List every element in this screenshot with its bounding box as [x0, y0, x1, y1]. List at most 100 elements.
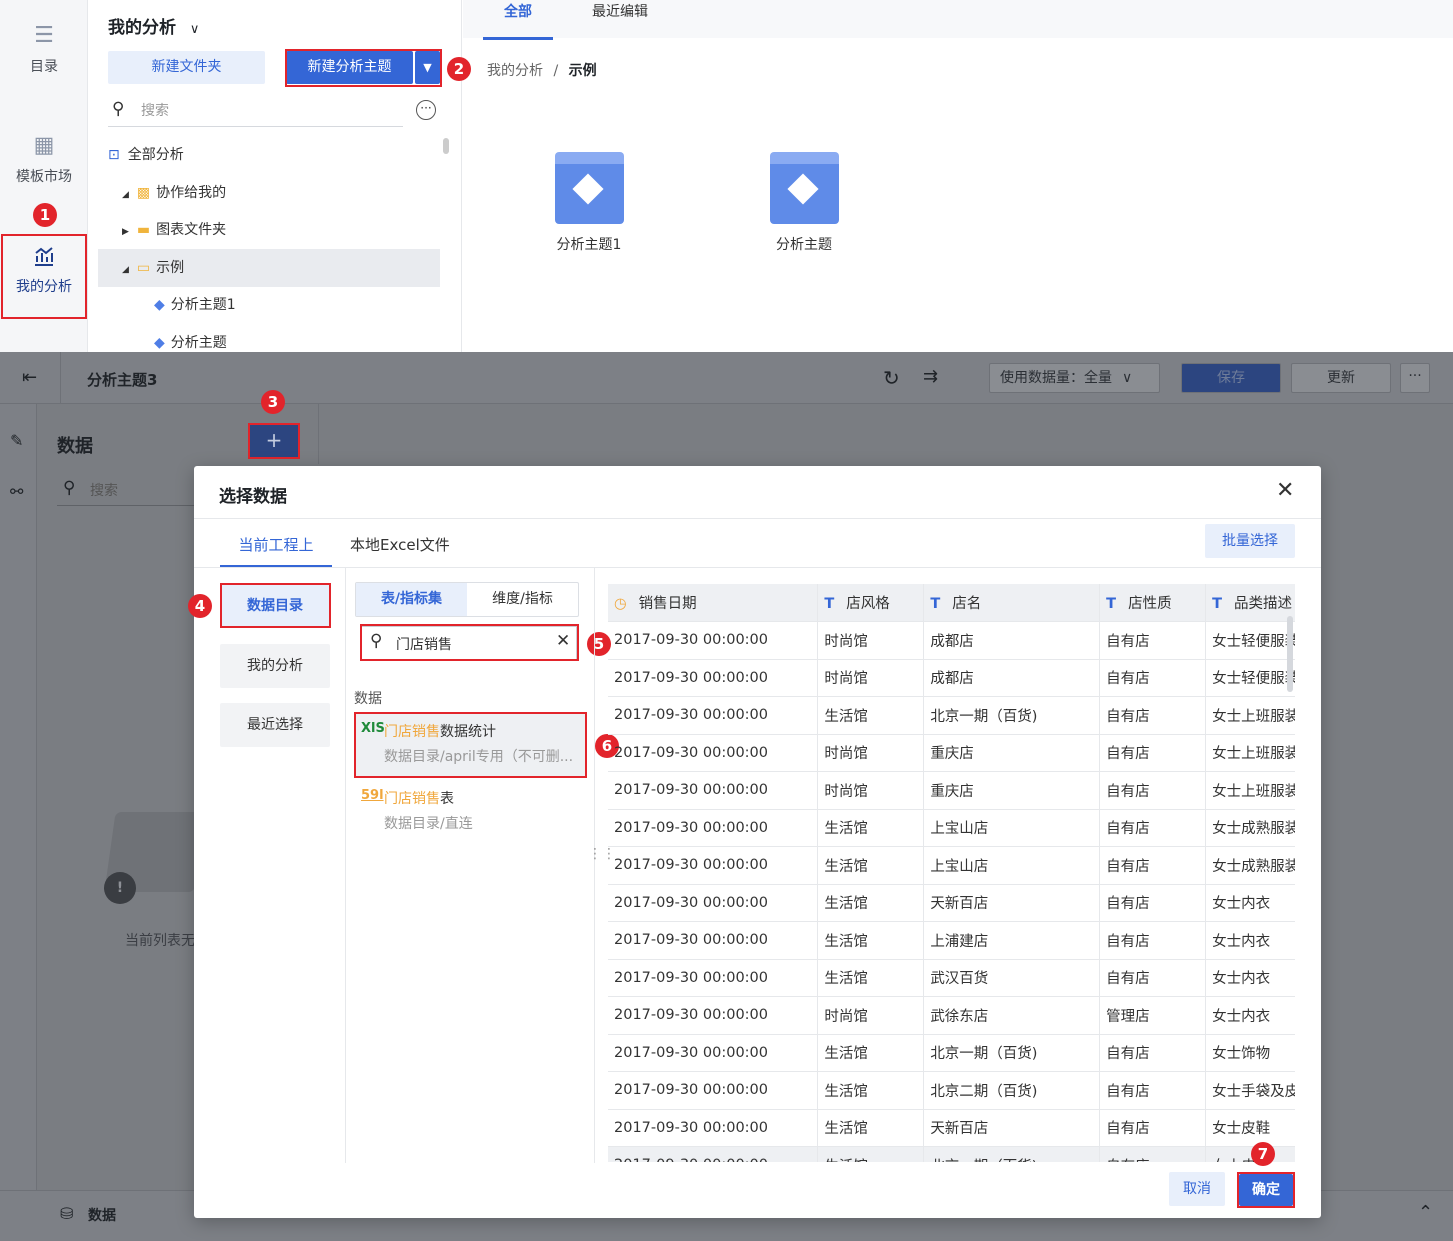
- confirm-button[interactable]: 确定: [1239, 1174, 1293, 1206]
- table-cell: 自有店: [1099, 809, 1207, 847]
- editor-title: 分析主题3: [87, 371, 158, 389]
- close-icon[interactable]: ✕: [1276, 478, 1294, 503]
- tree-row-all[interactable]: ⊡ 全部分析: [108, 136, 184, 174]
- table-row: 2017-09-30 00:00:00 生活馆 天新百店 自有店 女士皮鞋: [608, 1109, 1295, 1147]
- more-options-icon[interactable]: ···: [416, 100, 436, 120]
- theme-card-2[interactable]: 分析主题: [764, 152, 844, 254]
- table-cell: 女士轻便服装: [1205, 621, 1295, 660]
- tree-row-shared[interactable]: ◢ ▩ 协作给我的: [122, 174, 226, 212]
- table-cell: 2017-09-30 00:00:00: [608, 959, 819, 997]
- side-data-catalog[interactable]: 数据目录: [220, 584, 330, 628]
- tree-row-theme1[interactable]: ◆ 分析主题1: [154, 286, 236, 324]
- tree-search-input[interactable]: ⚲ 搜索: [108, 94, 403, 127]
- nav-catalog[interactable]: ☰ 目录: [0, 24, 88, 76]
- more-icon[interactable]: ···: [1400, 363, 1430, 393]
- nav-my-analysis[interactable]: 我的分析: [0, 244, 88, 296]
- table-cell: 自有店: [1099, 1034, 1207, 1072]
- table-cell: 管理店: [1099, 996, 1207, 1035]
- table-cell: 2017-09-30 00:00:00: [608, 771, 819, 810]
- subtab-group: 表/指标集 维度/指标: [355, 582, 579, 617]
- bottom-tab-data[interactable]: 数据: [88, 1205, 116, 1225]
- side-recent[interactable]: 最近选择: [220, 703, 330, 747]
- table-cell: 重庆店: [923, 771, 1101, 810]
- table-row: 2017-09-30 00:00:00 生活馆 上宝山店 自有店 女士成熟服装: [608, 846, 1295, 885]
- tree-row-chart-folder[interactable]: ▶ ▬ 图表文件夹: [122, 211, 226, 249]
- table-cell: 女士成熟服装: [1205, 809, 1295, 847]
- theme-card-1[interactable]: 分析主题1: [549, 152, 629, 254]
- excel-file-icon: XlS: [361, 721, 385, 736]
- table-cell: 生活馆: [817, 846, 925, 885]
- search-icon: ⚲: [63, 478, 76, 498]
- sql-table-icon: 59l: [361, 788, 384, 803]
- breadcrumb-root[interactable]: 我的分析: [487, 63, 543, 79]
- collapse-up-icon[interactable]: ⌃: [1418, 1202, 1433, 1223]
- table-cell: 北京一期（百货): [923, 1034, 1101, 1072]
- text-type-icon: T: [1212, 596, 1222, 612]
- analysis-home-panel: ☰ 目录 ▦ 模板市场 我的分析 1 我的分析 ∨ 新建文件夹 新建分析主题 ▼…: [0, 0, 1453, 352]
- content-tabs: 全部 最近编辑: [463, 0, 1453, 40]
- add-data-button[interactable]: +: [250, 425, 298, 457]
- data-usage-select[interactable]: 使用数据量：全量 ∨: [989, 363, 1160, 393]
- table-cell: 北京二期（百货): [923, 1071, 1101, 1110]
- filter-icon[interactable]: ⚯: [10, 482, 23, 501]
- table-cell: 2017-09-30 00:00:00: [608, 1109, 819, 1147]
- column-header[interactable]: T 店性质: [1099, 584, 1207, 622]
- tab-recent[interactable]: 最近编辑: [592, 0, 648, 38]
- column-header[interactable]: T 品类描述: [1205, 584, 1295, 622]
- batch-select-button[interactable]: 批量选择: [1205, 524, 1295, 558]
- table-cell: 2017-09-30 00:00:00: [608, 921, 819, 960]
- nav-template-market[interactable]: ▦ 模板市场: [0, 134, 88, 186]
- table-cell: 生活馆: [817, 1109, 925, 1147]
- column-header[interactable]: T 店风格: [817, 584, 925, 622]
- table-cell: 成都店: [923, 659, 1101, 697]
- preview-grid: ◷ 销售日期 T 店风格 T 店名 T 店性质 T 品类描述 2017-09-30 00:00:0…: [608, 584, 1295, 1162]
- table-cell: 自有店: [1099, 696, 1207, 735]
- data-edit-icon[interactable]: ✎: [10, 431, 23, 450]
- table-cell: 自有店: [1099, 846, 1207, 885]
- subtab-dimensions[interactable]: 维度/指标: [467, 583, 578, 616]
- data-search-input[interactable]: ⚲ 搜索: [57, 474, 197, 506]
- clear-icon[interactable]: ✕: [556, 631, 570, 651]
- search-icon: ⚲: [112, 99, 125, 119]
- new-theme-dropdown-button[interactable]: ▼: [415, 51, 440, 84]
- dataset-search-input[interactable]: ⚲ 门店销售 ✕: [361, 626, 577, 660]
- result-item-1[interactable]: XlS 门店销售数据统计 数据目录/april专用（不可删...: [355, 713, 586, 777]
- folder-icon: ▬: [136, 222, 151, 238]
- table-cell: 上宝山店: [923, 809, 1101, 847]
- folder-icon: ▩: [136, 185, 151, 201]
- cancel-button[interactable]: 取消: [1169, 1172, 1225, 1206]
- new-theme-button[interactable]: 新建分析主题: [286, 51, 413, 84]
- table-cell: 自有店: [1099, 1071, 1207, 1110]
- table-cell: 北京一期（百货): [923, 696, 1101, 735]
- tab-all[interactable]: 全部: [483, 0, 553, 40]
- collapse-icon: ▶: [122, 227, 129, 237]
- side-my-analysis[interactable]: 我的分析: [220, 644, 330, 688]
- column-header[interactable]: T 店名: [923, 584, 1101, 622]
- exit-icon[interactable]: ⇤: [22, 367, 37, 388]
- table-cell: 2017-09-30 00:00:00: [608, 1146, 819, 1162]
- save-button[interactable]: 保存: [1181, 363, 1281, 393]
- table-cell: 自有店: [1099, 1146, 1207, 1162]
- tree-row-example[interactable]: ◢ ▭ 示例: [98, 249, 440, 287]
- lineage-icon[interactable]: ⇉: [923, 366, 938, 387]
- data-panel-title: 数据: [57, 436, 93, 457]
- chart-icon: ⊡: [108, 147, 120, 163]
- table-row: 2017-09-30 00:00:00 时尚馆 成都店 自有店 女士轻便服装: [608, 659, 1295, 697]
- step-marker-4: 4: [188, 594, 212, 618]
- column-header[interactable]: ◷ 销售日期: [608, 584, 819, 622]
- table-cell: 2017-09-30 00:00:00: [608, 1034, 819, 1072]
- new-folder-button[interactable]: 新建文件夹: [108, 51, 265, 84]
- table-cell: 女士饰物: [1205, 1034, 1295, 1072]
- tree-title[interactable]: 我的分析 ∨: [108, 13, 199, 38]
- table-vertical-scrollbar[interactable]: [1287, 616, 1293, 692]
- tab-current-project[interactable]: 当前工程上: [220, 534, 332, 567]
- refresh-icon[interactable]: ↻: [883, 366, 900, 390]
- tab-local-excel[interactable]: 本地Excel文件: [350, 534, 450, 555]
- table-row: 2017-09-30 00:00:00 时尚馆 重庆店 自有店 女士上班服装: [608, 734, 1295, 772]
- dialog-title: 选择数据: [219, 487, 287, 507]
- update-button[interactable]: 更新: [1291, 363, 1391, 393]
- result-item-2[interactable]: 59l 门店销售表 数据目录/直连: [355, 784, 586, 834]
- tree-scrollbar[interactable]: [443, 138, 449, 154]
- subtab-tables[interactable]: 表/指标集: [356, 583, 467, 616]
- table-cell: 生活馆: [817, 696, 925, 735]
